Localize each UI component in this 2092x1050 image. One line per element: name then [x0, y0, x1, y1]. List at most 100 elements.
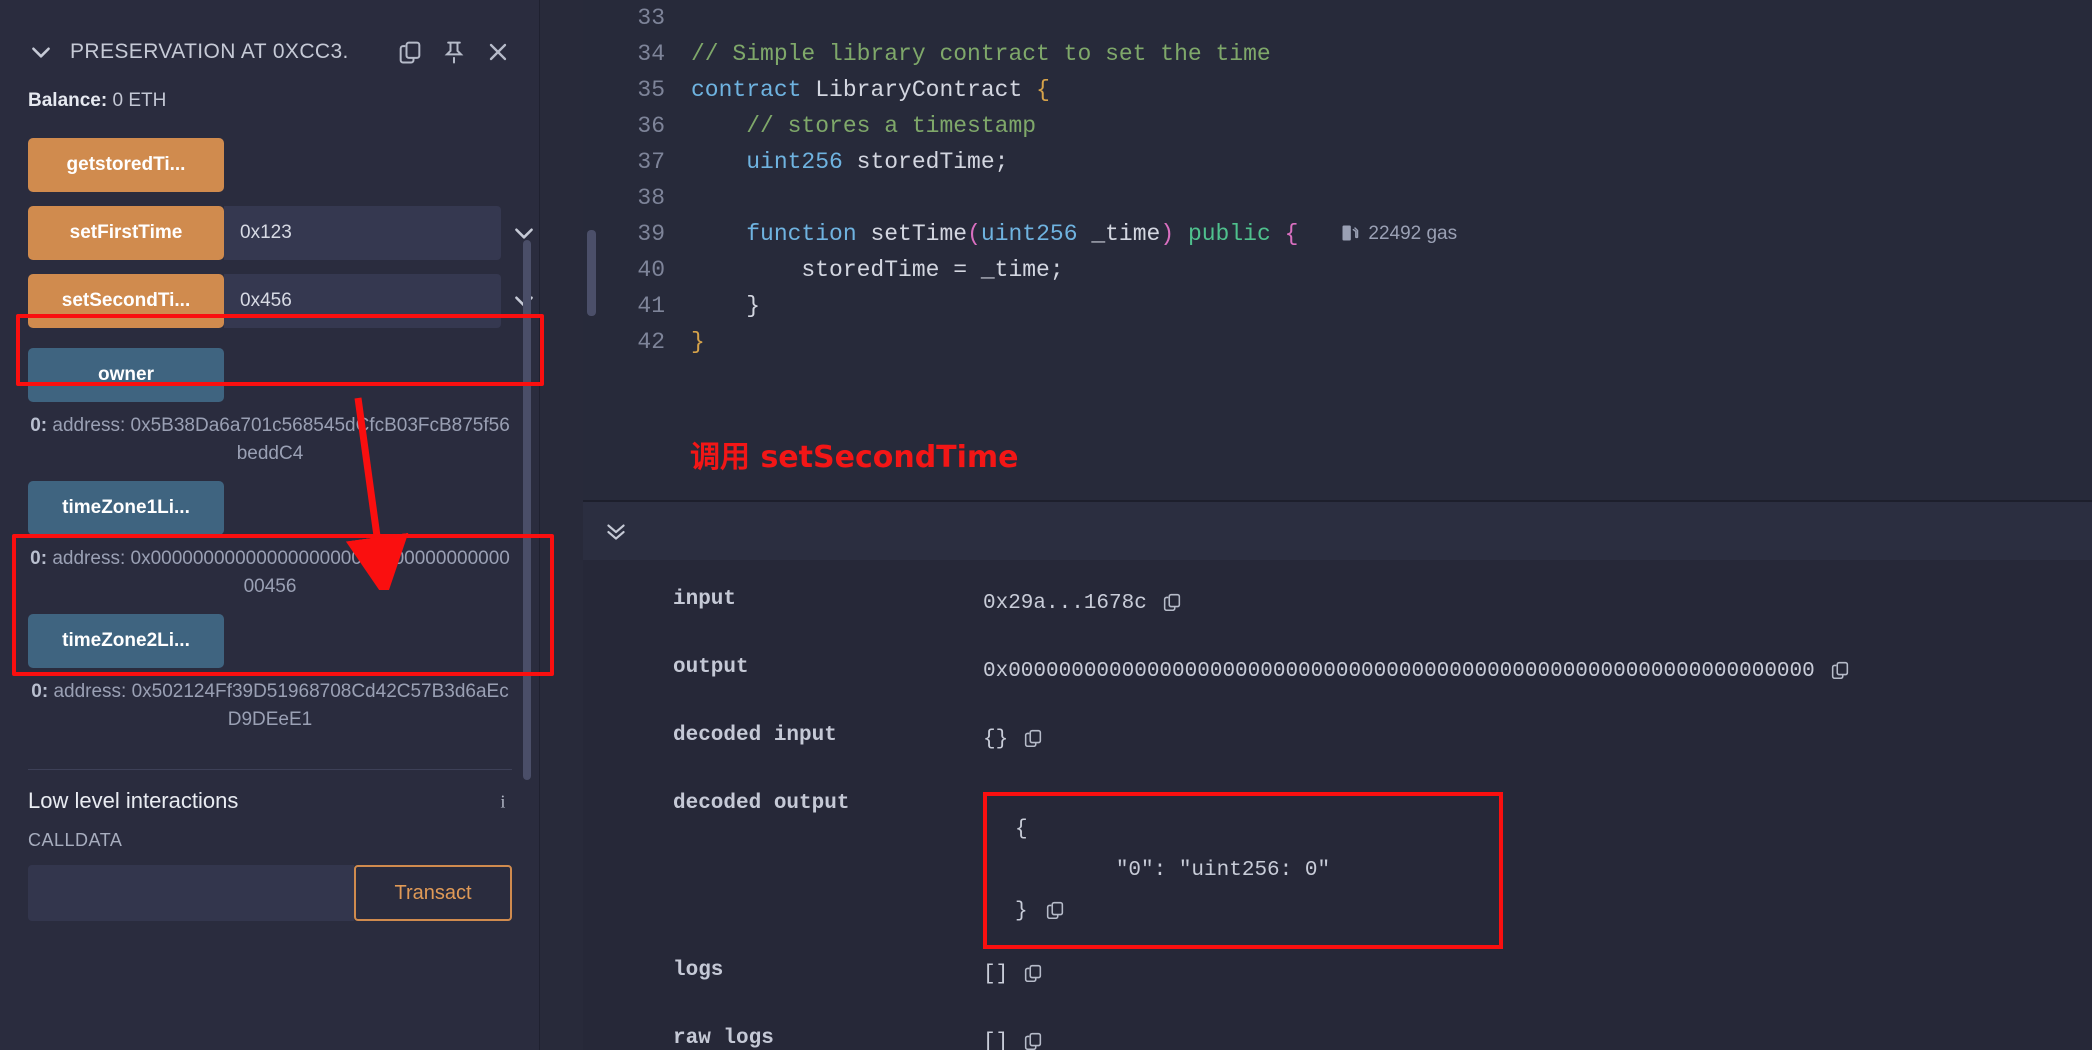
return-address-timezone1library: 0x00000000000000000000000000000000000045…	[130, 548, 510, 597]
code-line[interactable]: 42}	[583, 324, 2092, 360]
transaction-detail-row: decoded output { "0": "uint256: 0"}	[583, 782, 2092, 949]
transact-button[interactable]: Transact	[354, 865, 512, 922]
detail-key: logs	[673, 958, 724, 982]
divider	[28, 769, 512, 771]
call-button-setsecondtime[interactable]: setSecondTi...	[28, 274, 224, 328]
transaction-details-panel: input 0x29a...1678c output 0x00000000000000…	[583, 560, 2092, 1050]
transaction-rows-container: input 0x29a...1678c output 0x00000000000000…	[583, 578, 2092, 1050]
detail-value-text: 0x29a...1678c	[983, 592, 1147, 615]
terminal-toolbar	[583, 502, 2092, 560]
copy-icon[interactable]	[1022, 961, 1044, 985]
deploy-and-run-panel: PRESERVATION AT 0XCC3. Balance: 0 ETH ge…	[0, 0, 554, 1050]
gas-estimate-label: 22492 gas	[1368, 223, 1458, 244]
double-chevron-down-icon[interactable]	[603, 518, 629, 544]
return-index-timezone1library: 0:	[30, 548, 48, 570]
code-text: function setTime(uint256 _time) public {	[746, 221, 1299, 247]
code-editor[interactable]: 33 34 // Simple library contract to set th…	[583, 0, 2092, 500]
decoded-output-json: { "0": "uint256: 0"}	[1015, 818, 1331, 923]
chevron-down-icon[interactable]	[28, 39, 54, 65]
left-panel-scrollbar[interactable]	[523, 240, 531, 780]
code-line[interactable]: 34 // Simple library contract to set the …	[583, 36, 2092, 72]
code-line[interactable]: 38	[583, 180, 2092, 216]
copy-icon[interactable]	[1161, 590, 1183, 614]
call-button-timezone1library[interactable]: timeZone1Li...	[28, 481, 224, 536]
return-value-timezone1library: 0: address: 0x00000000000000000000000000…	[28, 539, 512, 614]
contract-function-list: getstoredTi... setFirstTime setSecondTi.…	[28, 138, 533, 747]
input-setsecondtime[interactable]	[224, 274, 501, 328]
contract-instance-title: PRESERVATION AT 0XCC3.	[70, 40, 349, 63]
function-row-setsecondtime: setSecondTi...	[28, 274, 533, 328]
code-line[interactable]: 35 contract LibraryContract {	[583, 72, 2092, 108]
code-line[interactable]: 36 // stores a timestamp	[583, 108, 2092, 144]
code-text: uint256 storedTime;	[746, 149, 1009, 175]
call-button-setfirsttime[interactable]: setFirstTime	[28, 206, 224, 260]
return-value-owner: 0: address: 0x5B38Da6a701c568545dCfcB03F…	[28, 406, 512, 481]
balance-value: 0 ETH	[112, 90, 167, 111]
function-row-owner: owner	[28, 348, 512, 402]
line-number: 41	[637, 293, 665, 319]
balance-row: Balance: 0 ETH	[28, 90, 512, 112]
svg-text:i: i	[501, 792, 506, 812]
calldata-label: CALLDATA	[28, 830, 123, 851]
transaction-detail-row: raw logs []	[583, 1017, 2092, 1050]
transaction-detail-row: logs []	[583, 949, 2092, 1017]
detail-key: decoded output	[673, 792, 850, 815]
detail-value-text: {}	[983, 728, 1009, 751]
copy-icon[interactable]	[1044, 898, 1066, 922]
code-text: // stores a timestamp	[746, 113, 1037, 139]
detail-value: { "0": "uint256: 0"}	[983, 782, 2092, 949]
detail-value-text: []	[983, 962, 1009, 986]
code-line[interactable]: 40 storedTime = _time;	[583, 252, 2092, 288]
line-number: 40	[637, 257, 665, 283]
low-level-interactions-header: Low level interactions i	[28, 788, 512, 814]
return-type-timezone2library: address:	[53, 681, 127, 703]
line-number: 42	[637, 329, 665, 355]
copy-icon[interactable]	[1829, 658, 1851, 682]
line-number: 33	[637, 5, 665, 31]
pin-icon[interactable]	[440, 38, 468, 66]
call-button-getstoredtime[interactable]: getstoredTi...	[28, 138, 224, 192]
calldata-input[interactable]	[28, 865, 354, 922]
call-button-owner[interactable]: owner	[28, 348, 224, 402]
code-line[interactable]: 33	[583, 0, 2092, 36]
copy-icon[interactable]	[1022, 1029, 1044, 1050]
code-line[interactable]: 37 uint256 storedTime;	[583, 144, 2092, 180]
close-icon[interactable]	[484, 38, 512, 66]
code-lines-container: 33 34 // Simple library contract to set th…	[583, 0, 2092, 360]
return-index-timezone2library: 0:	[31, 681, 49, 703]
copy-icon[interactable]	[1022, 726, 1044, 750]
line-number: 36	[637, 113, 665, 139]
code-line[interactable]: 39 function setTime(uint256 _time) publi…	[583, 216, 2092, 252]
call-button-timezone2library[interactable]: timeZone2Li...	[28, 614, 224, 669]
code-line[interactable]: 41 }	[583, 288, 2092, 324]
detail-value-text: []	[983, 1030, 1009, 1050]
calldata-row: Transact	[28, 865, 512, 922]
detail-key: input	[673, 588, 737, 611]
copy-icon[interactable]	[396, 38, 424, 66]
function-row-timezone1library: timeZone1Li...	[28, 481, 512, 536]
info-icon[interactable]: i	[494, 790, 512, 812]
detail-key: output	[673, 656, 749, 679]
return-address-owner: 0x5B38Da6a701c568545dCfcB03FcB875f56bedd…	[130, 415, 510, 464]
editor-vertical-scrollbar[interactable]	[587, 230, 596, 316]
transaction-detail-row: input 0x29a...1678c	[583, 578, 2092, 646]
line-number: 39	[637, 221, 665, 247]
detail-value: 0x29a...1678c	[983, 578, 2092, 620]
line-number: 37	[637, 149, 665, 175]
transaction-detail-row: decoded input {}	[583, 714, 2092, 782]
remix-ide-window: PRESERVATION AT 0XCC3. Balance: 0 ETH ge…	[0, 0, 2092, 1050]
callout-annotation-text: 调用 setSecondTime	[690, 440, 1019, 475]
balance-label: Balance:	[28, 90, 108, 111]
detail-value: 0x00000000000000000000000000000000000000…	[983, 646, 2092, 688]
detail-key: decoded input	[673, 724, 837, 747]
highlight-box-decoded-output: { "0": "uint256: 0"}	[983, 792, 1503, 949]
detail-value: []	[983, 949, 2092, 991]
function-row-timezone2library: timeZone2Li...	[28, 614, 512, 669]
detail-key: raw logs	[673, 1026, 774, 1050]
return-type-owner: address:	[52, 415, 126, 436]
detail-value: []	[983, 1017, 2092, 1050]
code-text: }	[746, 293, 761, 319]
input-setfirsttime[interactable]	[224, 206, 501, 260]
code-text: contract LibraryContract {	[691, 77, 1050, 103]
function-row-getstoredtime: getstoredTi...	[28, 138, 512, 192]
